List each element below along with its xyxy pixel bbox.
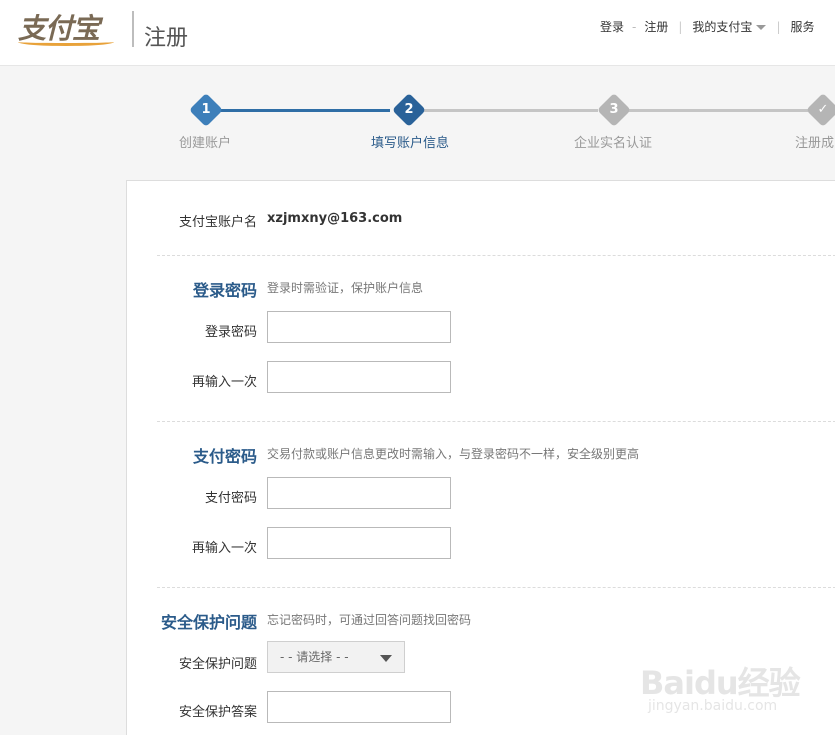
header-divider (132, 11, 134, 47)
login-password-confirm-input[interactable] (267, 361, 451, 393)
nav-my-alipay-menu[interactable]: 我的支付宝 (692, 20, 767, 34)
nav-separator: - (632, 20, 637, 34)
alipay-logo[interactable]: 支付宝 (18, 10, 114, 46)
step-4-label: 注册成 (795, 136, 835, 151)
top-nav: 登录 - 注册 | 我的支付宝 | 服务 (600, 18, 815, 35)
logo-swoosh-icon (18, 38, 114, 46)
login-password-confirm-label: 再输入一次 (191, 375, 257, 390)
section-divider (157, 587, 835, 588)
nav-pipe: | (776, 20, 781, 34)
security-answer-label: 安全保护答案 (178, 705, 257, 720)
step-connector-1-2 (218, 109, 390, 112)
pay-password-confirm-input[interactable] (267, 527, 451, 559)
step-1-number: 1 (201, 102, 211, 117)
account-label: 支付宝账户名 (178, 215, 257, 230)
login-password-section-desc: 登录时需验证，保护账户信息 (267, 281, 424, 295)
step-1-label: 创建账户 (178, 136, 232, 151)
login-password-label: 登录密码 (204, 325, 257, 340)
nav-pipe: | (678, 20, 683, 34)
site-header: 支付宝 注册 登录 - 注册 | 我的支付宝 | 服务 (0, 0, 835, 66)
step-connector-3-4 (628, 109, 808, 112)
security-question-section-desc: 忘记密码时，可通过回答问题找回密码 (267, 613, 472, 627)
security-answer-input[interactable] (267, 691, 451, 723)
nav-login-link[interactable]: 登录 (600, 20, 624, 34)
pay-password-input[interactable] (267, 477, 451, 509)
account-value: xzjmxny@163.com (267, 211, 403, 226)
page-title: 注册 (144, 26, 189, 51)
chevron-down-icon (756, 25, 767, 30)
watermark-url: jingyan.baidu.com (648, 698, 778, 714)
pay-password-confirm-label: 再输入一次 (191, 541, 257, 556)
login-password-section-title: 登录密码 (192, 281, 257, 300)
security-question-section-title: 安全保护问题 (160, 613, 257, 632)
pay-password-section-desc: 交易付款或账户信息更改时需输入，与登录密码不一样，安全级别更高 (267, 447, 640, 461)
security-question-selected: - - 请选择 - - (280, 650, 349, 664)
chevron-down-icon (380, 655, 392, 662)
registration-steps: 1 创建账户 2 填写账户信息 3 企业实名认证 ✓ 注册成 (0, 66, 835, 180)
step-connector-2-3 (424, 109, 598, 112)
step-3-number: 3 (609, 102, 619, 117)
pay-password-label: 支付密码 (204, 491, 257, 506)
nav-register-link[interactable]: 注册 (644, 20, 668, 34)
baidu-watermark: Baidu经验 jingyan.baidu.com (640, 644, 820, 724)
step-2-number: 2 (404, 102, 414, 117)
nav-service-link[interactable]: 服务 (790, 20, 814, 34)
pay-password-section-title: 支付密码 (192, 447, 257, 466)
step-3-label: 企业实名认证 (573, 136, 653, 151)
section-divider (157, 255, 835, 256)
step-2-label: 填写账户信息 (370, 136, 450, 151)
security-question-label: 安全保护问题 (178, 657, 257, 672)
nav-my-alipay-label: 我的支付宝 (692, 20, 753, 34)
security-question-select[interactable]: - - 请选择 - - (267, 641, 405, 673)
checkmark-icon: ✓ (817, 102, 829, 117)
login-password-input[interactable] (267, 311, 451, 343)
section-divider (157, 421, 835, 422)
